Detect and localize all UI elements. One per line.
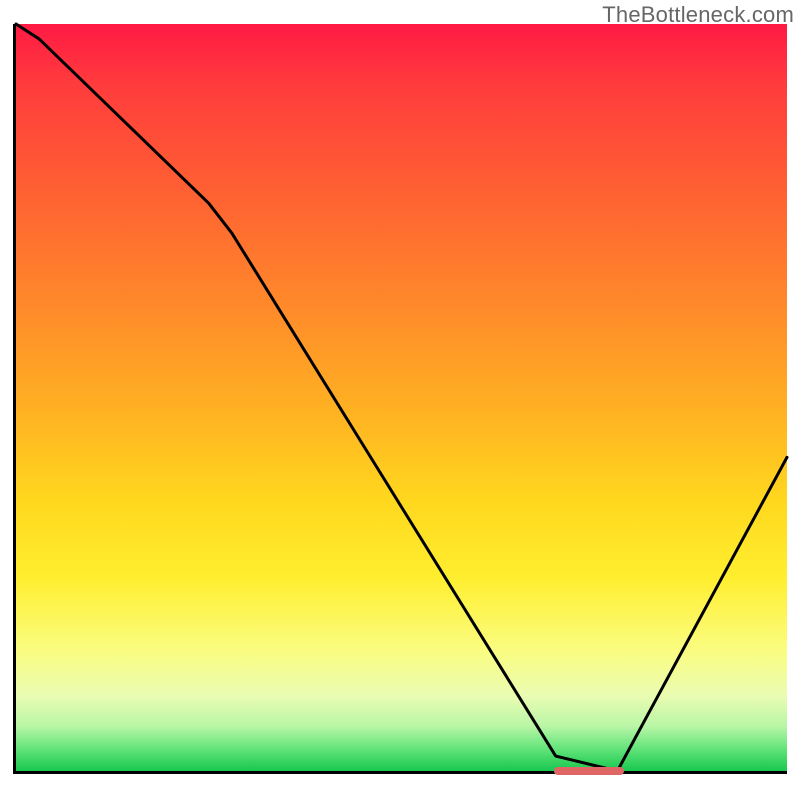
chart-optimal-marker xyxy=(554,767,624,775)
chart-line-layer xyxy=(16,24,787,771)
chart-frame xyxy=(13,24,787,774)
chart-curve xyxy=(16,24,787,771)
